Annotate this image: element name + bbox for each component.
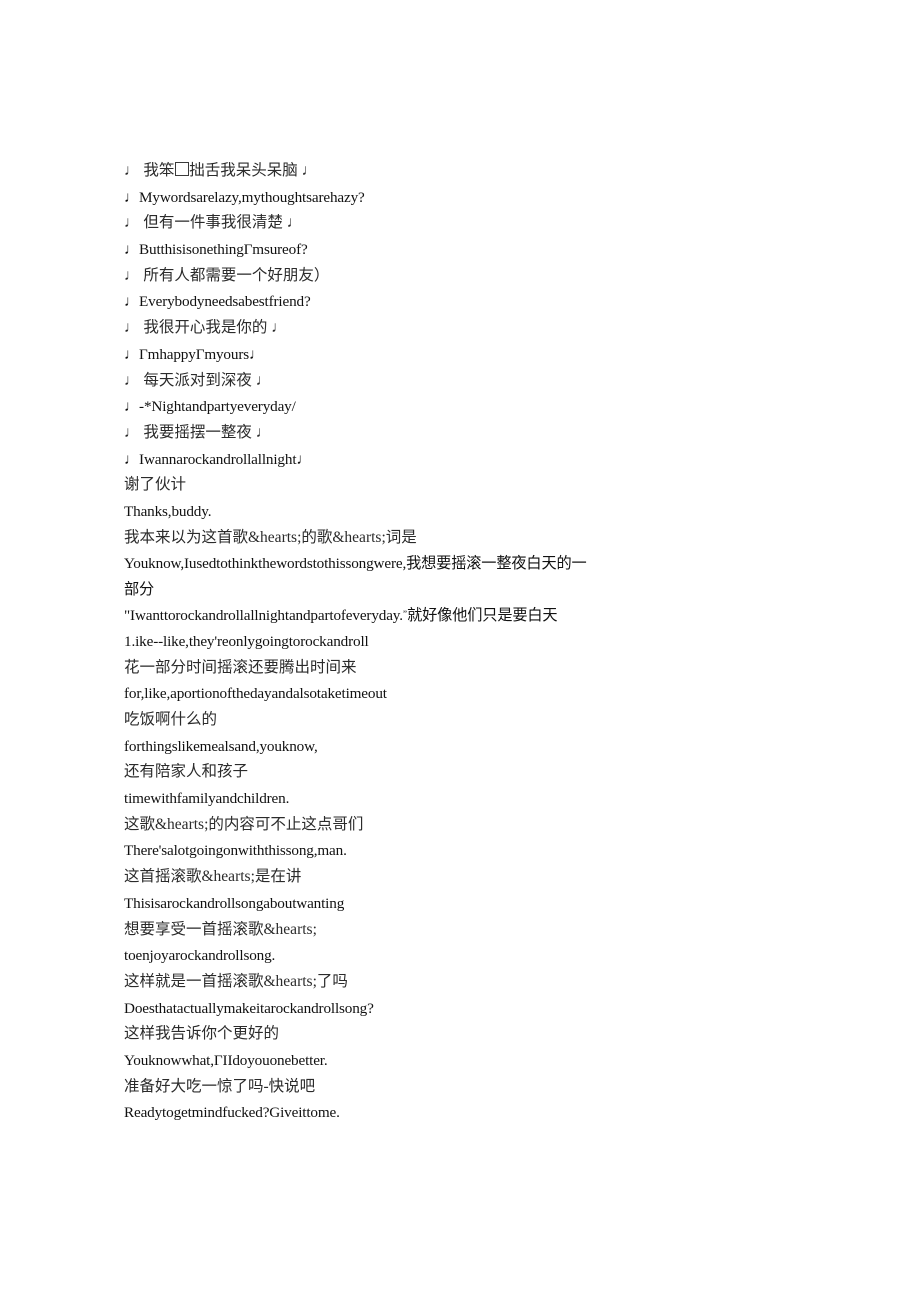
transcript-line: timewithfamilyandchildren. [124,790,290,808]
transcript-line: ♩Iwannarockandrollallnight♩ [124,450,312,468]
missing-glyph-box-icon [174,161,189,177]
transcript-line: Youknow,Iusedtothinkthewordstothissongwe… [124,555,587,599]
line-text-after-tofu: 拙舌我呆头呆脑 ♩ [189,162,318,179]
transcript-line: 吃饭啊什么的 [124,711,218,729]
transcript-line: 准备好大吃一惊了吗-快说吧 [124,1077,316,1095]
transcript-line: 这样就是一首摇滚歌&hearts;了吗 [124,973,348,991]
transcript-line: Doesthatactuallymakeitarockandrollsong? [124,999,374,1017]
line-text-quote: "Iwanttorockandrollallnightandpartofever… [124,606,403,624]
document-page: ♩ 我笨 拙舌我呆头呆脑 ♩ ♩Mywordsarelazy,mythoughts… [0,0,920,1301]
transcript-line: Readytogetmindfucked?Giveittome. [124,1104,340,1122]
transcript-line: 花一部分时间摇滚还要腾出时间来 [124,658,357,676]
transcript-line: ♩ButthisisonethingΓmsureof? [124,240,308,258]
transcript-line: ♩-*Nightandpartyeveryday/ [124,398,296,416]
transcript-line: Thisisarockandrollsongaboutwanting [124,894,345,912]
transcript-line: 想要享受一首摇滚歌&hearts; [124,920,317,938]
transcript-line: for,like,aportionofthedayandalsotaketime… [124,685,387,703]
transcript-line: ♩ 所有人都需要一个好朋友） [124,266,330,284]
transcript-line: 1.ike--like,they'reonlygoingtorockandrol… [124,632,369,650]
transcript-line: 我本来以为这首歌&hearts;的歌&hearts;词是 [124,528,417,546]
transcript-line: ♩ 我笨 拙舌我呆头呆脑 ♩ [124,158,594,185]
transcript-line: ♩ 我很开心我是你的 ♩ [124,319,287,337]
transcript-line: Youknowwhat,ΓIIdoyouonebetter. [124,1052,328,1070]
transcript-line: ♩ΓmhappyΓmyours♩ [124,345,265,363]
line-text-before-tofu: ♩ 我笨 [124,162,175,179]
transcript-line: forthingslikemealsand,youknow, [124,737,318,755]
transcript-line: ♩ 每天派对到深夜 ♩ [124,371,272,389]
transcript-line: 这首摇滚歌&hearts;是在讲 [124,868,302,886]
transcript-line: ♩ 我要摇摆一整夜 ♩ [124,423,272,441]
transcript-body: ♩ 我笨 拙舌我呆头呆脑 ♩ ♩Mywordsarelazy,mythoughts… [124,158,594,1126]
transcript-line: ♩Everybodyneedsabestfriend? [124,293,311,311]
transcript-line: Thanks,buddy. [124,502,212,520]
transcript-line: 这样我告诉你个更好的 [124,1025,280,1043]
transcript-line: 谢了伙计 [124,476,187,494]
transcript-line: 这歌&hearts;的内容可不止这点哥们 [124,815,364,833]
transcript-line: ♩ 但有一件事我很清楚 ♩ [124,214,303,232]
transcript-line: "Iwanttorockandrollallnightandpartofever… [124,603,594,629]
transcript-line: There'salotgoingonwiththissong,man. [124,842,347,860]
transcript-line: toenjoyarockandrollsong. [124,947,276,965]
transcript-line: ♩Mywordsarelazy,mythoughtsarehazy? [124,188,365,206]
line-text-tail-cjk: 就好像他们只是要白天 [407,606,558,624]
transcript-line: 还有陪家人和孩子 [124,763,249,781]
